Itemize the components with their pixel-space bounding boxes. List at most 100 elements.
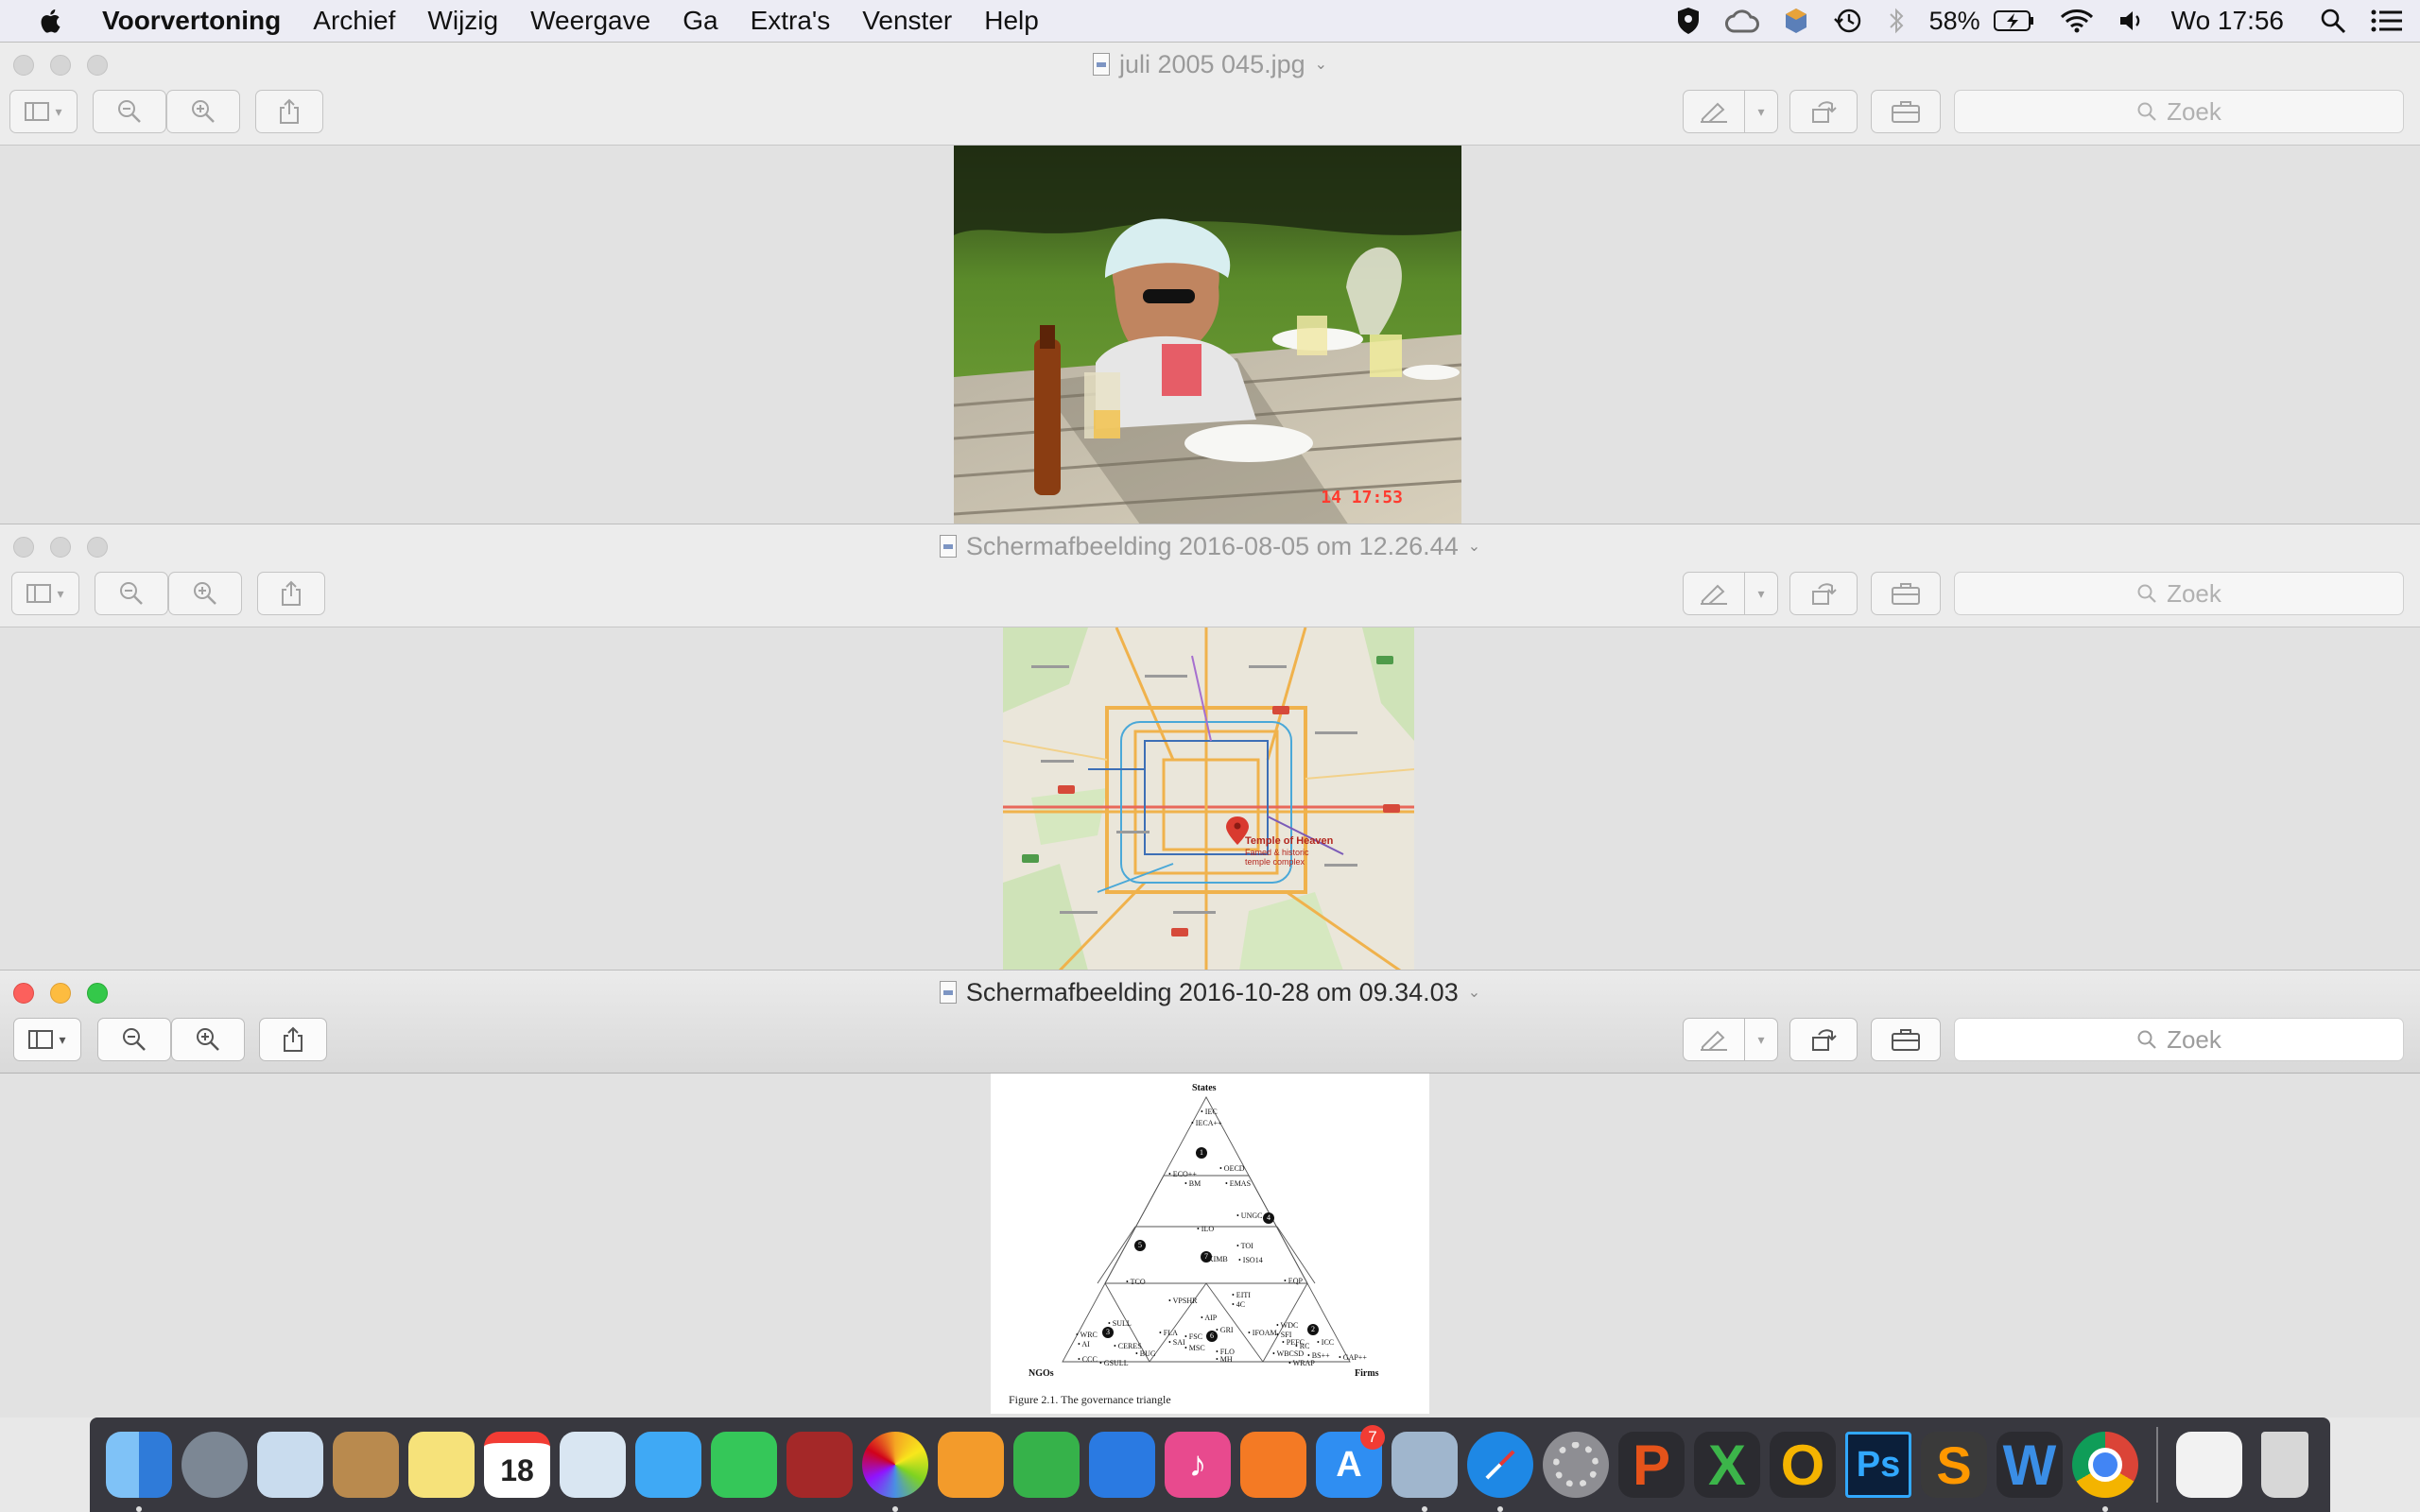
volume-icon[interactable]	[2118, 9, 2147, 33]
share-button[interactable]	[257, 572, 325, 615]
search-icon	[2137, 1030, 2156, 1049]
menu-extras[interactable]: Extra's	[751, 6, 831, 36]
triangle-zone-number: 3	[1102, 1327, 1114, 1338]
triangle-point-label: • SAI	[1168, 1338, 1185, 1347]
sidebar-toggle-button[interactable]: ▾	[11, 572, 79, 615]
triangle-zone-number: 2	[1307, 1324, 1319, 1335]
rotate-button[interactable]	[1789, 90, 1858, 133]
dock-item-app-store[interactable]: A7	[1311, 1425, 1387, 1503]
photo-timestamp: 14 17:53	[1321, 488, 1403, 507]
bluetooth-icon[interactable]	[1888, 7, 1905, 35]
menu-ga[interactable]: Ga	[683, 6, 717, 36]
dock-item-chrome[interactable]	[2067, 1427, 2143, 1512]
zoom-out-button[interactable]	[97, 1018, 171, 1061]
menu-clock[interactable]: Wo 17:56	[2171, 6, 2284, 36]
dock-item-mail[interactable]	[252, 1427, 328, 1503]
share-button[interactable]	[255, 90, 323, 133]
markup-button[interactable]	[1683, 90, 1745, 133]
toolbox-button[interactable]	[1871, 1018, 1941, 1061]
dock-item-ibooks[interactable]	[1236, 1427, 1311, 1503]
window-title-text: juli 2005 045.jpg	[1118, 49, 1305, 78]
search-field[interactable]: Zoek	[1954, 572, 2404, 615]
markup-button[interactable]	[1683, 572, 1745, 615]
dock-item-launchpad[interactable]	[177, 1427, 252, 1503]
dock-item-photoshop[interactable]: Ps	[1841, 1427, 1916, 1503]
dock-item-berichten[interactable]	[631, 1427, 706, 1503]
creative-cloud-icon[interactable]	[1724, 9, 1759, 33]
markup-menu-button[interactable]: ▾	[1744, 572, 1778, 615]
dock-item-notities[interactable]	[404, 1427, 479, 1503]
notification-center-icon[interactable]	[2371, 9, 2403, 33]
time-machine-icon[interactable]	[1833, 7, 1863, 35]
chevron-down-icon[interactable]: ⌄	[1468, 537, 1480, 556]
triangle-point-label: • WRC	[1076, 1331, 1098, 1339]
app-cube-icon[interactable]	[1784, 7, 1808, 35]
rotate-button[interactable]	[1789, 1018, 1858, 1061]
rotate-button[interactable]	[1789, 572, 1858, 615]
search-field[interactable]: Zoek	[1954, 1018, 2404, 1061]
dock-item-outlook[interactable]: O	[1765, 1427, 1841, 1503]
dock-item-documenten[interactable]	[2171, 1427, 2247, 1503]
dock-item-safari[interactable]	[1462, 1427, 1538, 1512]
triangle-point-label: • GAP++	[1339, 1353, 1367, 1362]
menu-venster[interactable]: Venster	[862, 6, 952, 36]
wifi-icon[interactable]	[2060, 9, 2094, 33]
dock-item-itunes[interactable]: ♪	[1160, 1427, 1236, 1503]
share-button[interactable]	[259, 1018, 327, 1061]
chevron-down-icon[interactable]: ⌄	[1315, 55, 1327, 74]
markup-button[interactable]	[1683, 1018, 1745, 1061]
window-title[interactable]: juli 2005 045.jpg ⌄	[0, 48, 2420, 80]
dock-item-pages[interactable]	[933, 1427, 1009, 1503]
zoom-out-button[interactable]	[95, 572, 168, 615]
window-titlebar[interactable]: juli 2005 045.jpg ⌄ ▾ ▾ Zoek	[0, 43, 2420, 146]
window-title[interactable]: Schermafbeelding 2016-08-05 om 12.26.44 …	[0, 530, 2420, 562]
dock-item-foto-s[interactable]	[857, 1427, 933, 1512]
dock-item-powerpoint[interactable]: P	[1614, 1427, 1689, 1503]
running-indicator	[1497, 1506, 1503, 1512]
dock-item-numbers[interactable]	[1009, 1427, 1084, 1503]
toolbox-button[interactable]	[1871, 90, 1941, 133]
window-title[interactable]: Schermafbeelding 2016-10-28 om 09.34.03 …	[0, 976, 2420, 1008]
dock-item-agenda[interactable]: 18	[479, 1427, 555, 1503]
triangle-point-label: • WBCSD	[1272, 1349, 1305, 1358]
shield-icon[interactable]	[1676, 7, 1701, 35]
running-indicator	[136, 1506, 142, 1512]
sidebar-toggle-button[interactable]: ▾	[9, 90, 78, 133]
window-titlebar[interactable]: Schermafbeelding 2016-08-05 om 12.26.44 …	[0, 524, 2420, 627]
markup-menu-button[interactable]: ▾	[1744, 90, 1778, 133]
zoom-out-button[interactable]	[93, 90, 166, 133]
dock-item-facetime[interactable]	[706, 1427, 782, 1503]
dock-item-voorvertoning[interactable]	[1387, 1427, 1462, 1512]
menu-help[interactable]: Help	[984, 6, 1039, 36]
zoom-in-button[interactable]	[166, 90, 240, 133]
dock-item-sublime-text[interactable]: S	[1916, 1427, 1992, 1503]
search-field[interactable]: Zoek	[1954, 90, 2404, 133]
dock-item-systeemvoorkeuren[interactable]	[1538, 1427, 1614, 1503]
dock-item-excel[interactable]: X	[1689, 1427, 1765, 1503]
chevron-down-icon[interactable]: ⌄	[1468, 983, 1480, 1002]
zoom-in-button[interactable]	[168, 572, 242, 615]
map-place-label[interactable]: Temple of Heaven	[1245, 835, 1333, 847]
apple-menu-icon[interactable]	[38, 6, 66, 36]
dock-item-contacten[interactable]	[328, 1427, 404, 1503]
menu-wijzig[interactable]: Wijzig	[427, 6, 498, 36]
dock-item-voorvertoning[interactable]	[555, 1427, 631, 1503]
dock-item-keynote[interactable]	[1084, 1427, 1160, 1503]
menu-weergave[interactable]: Weergave	[530, 6, 650, 36]
sidebar-toggle-button[interactable]: ▾	[13, 1018, 81, 1061]
markup-menu-button[interactable]: ▾	[1744, 1018, 1778, 1061]
spotlight-search-icon[interactable]	[2320, 8, 2346, 34]
dock-item-prullenmand[interactable]	[2247, 1427, 2323, 1503]
zoom-in-button[interactable]	[171, 1018, 245, 1061]
dock-item-photo-booth[interactable]	[782, 1427, 857, 1503]
menu-archief[interactable]: Archief	[313, 6, 395, 36]
triangle-zone-number: 6	[1206, 1331, 1218, 1342]
menu-app-name[interactable]: Voorvertoning	[102, 6, 281, 36]
battery-charging-icon[interactable]	[1993, 9, 2035, 32]
dock-item-finder[interactable]	[101, 1427, 177, 1512]
triangle-point-label: • RC	[1295, 1342, 1310, 1350]
dock-item-word[interactable]: W	[1992, 1427, 2067, 1503]
battery-percentage[interactable]: 58%	[1929, 7, 1980, 36]
window-titlebar[interactable]: Schermafbeelding 2016-10-28 om 09.34.03 …	[0, 971, 2420, 1074]
toolbox-button[interactable]	[1871, 572, 1941, 615]
